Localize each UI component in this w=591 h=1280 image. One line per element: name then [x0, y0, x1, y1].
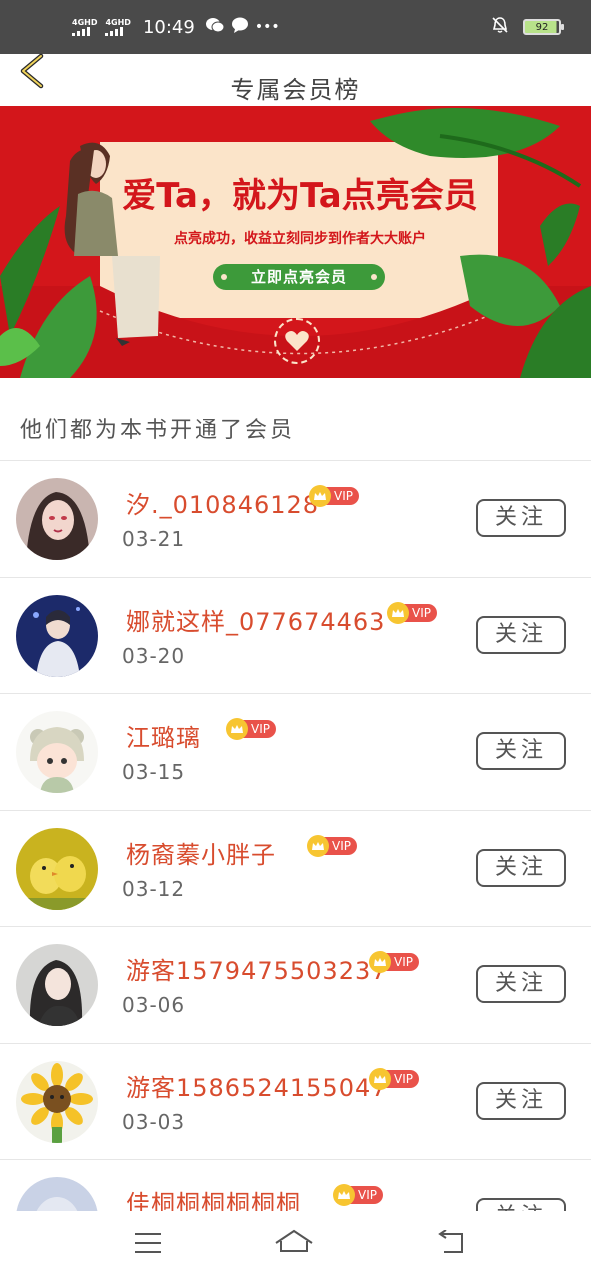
member-name[interactable]: 游客15865241550​47 [126, 1068, 388, 1103]
avatar[interactable] [16, 944, 98, 1026]
member-name[interactable]: 佳桐桐桐桐桐桐 [126, 1184, 301, 1211]
vip-badge: VIP [309, 485, 359, 507]
vip-badge: VIP [369, 1067, 419, 1090]
avatar[interactable] [16, 478, 98, 560]
follow-button[interactable]: 关注 [476, 1081, 566, 1120]
crown-icon [309, 485, 331, 507]
battery-indicator: 92 [523, 19, 564, 35]
follow-button[interactable]: 关注 [476, 1198, 566, 1211]
message-icon [231, 17, 249, 37]
home-button[interactable] [274, 1229, 314, 1261]
list-item[interactable]: 江璐璃 VIP 03-15 关注 [0, 694, 591, 811]
list-item[interactable]: 游客15865241550​47 VIP 03-03 关注 [0, 1044, 591, 1160]
crown-icon [307, 834, 329, 857]
follow-button[interactable]: 关注 [476, 499, 566, 537]
list-item[interactable]: 游客15794755032​37 VIP 03-06 关注 [0, 927, 591, 1044]
avatar[interactable] [16, 1060, 98, 1143]
status-time: 10:49 [142, 16, 195, 38]
member-name[interactable]: 娜就这样_077674463 [126, 602, 385, 637]
vip-badge: VIP [333, 1184, 383, 1206]
follow-button[interactable]: 关注 [476, 965, 566, 1003]
member-name[interactable]: 游客15794755032​37 [126, 951, 388, 986]
member-date: 03-20 [122, 643, 186, 668]
mute-bell-icon [491, 16, 509, 38]
crown-icon [369, 951, 391, 973]
light-up-membership-button[interactable]: 立即点亮会员 [213, 264, 385, 290]
banner-title: 爱Ta，就为Ta点亮会员 [122, 176, 478, 216]
menu-button[interactable] [128, 1229, 168, 1261]
follow-button[interactable]: 关注 [476, 732, 566, 770]
member-date: 03-03 [122, 1109, 186, 1134]
list-item[interactable]: 娜就这样_077674463 VIP 03-20 关注 [0, 578, 591, 694]
avatar[interactable] [16, 594, 98, 677]
member-list[interactable]: 汐._010846128 VIP 03-21 关注 娜就这样_077674463… [0, 461, 591, 1211]
crown-icon [333, 1184, 355, 1206]
list-item[interactable]: 汐._010846128 VIP 03-21 关注 [0, 461, 591, 578]
list-item[interactable]: 杨裔蓁小胖子 VIP 03-12 关注 [0, 811, 591, 927]
avatar[interactable] [16, 827, 98, 910]
avatar[interactable] [16, 711, 98, 793]
member-name[interactable]: 杨裔蓁小胖子 [126, 835, 276, 870]
member-date: 03-12 [122, 876, 186, 901]
signal-strength-1: 4GHD [72, 18, 97, 36]
system-nav-bar [0, 1211, 591, 1280]
banner-subtitle: 点亮成功，收益立刻同步到作者大大账户 [174, 231, 426, 247]
vip-badge: VIP [226, 718, 276, 740]
signal-strength-2: 4GHD [105, 18, 131, 36]
vip-badge: VIP [369, 951, 419, 973]
vip-badge: VIP [307, 834, 357, 857]
section-title: 他们都为本书开通了会员 [20, 418, 296, 443]
member-date: 03-15 [122, 760, 186, 784]
more-notifications: ••• [254, 19, 280, 35]
promo-banner[interactable]: 爱Ta，就为Ta点亮会员 点亮成功，收益立刻同步到作者大大账户 立即点亮会员 [0, 106, 591, 378]
back-nav-button[interactable] [430, 1229, 470, 1261]
member-date: 03-21 [122, 527, 186, 551]
status-bar: 4GHD 4GHD 10:49 ••• 92 [0, 0, 591, 54]
crown-icon [226, 718, 248, 740]
follow-button[interactable]: 关注 [476, 615, 566, 654]
app-header: 专属会员榜 [0, 53, 591, 106]
vip-badge: VIP [387, 601, 437, 624]
menu-icon [133, 1231, 163, 1259]
member-name[interactable]: 汐._010846128 [126, 485, 319, 520]
crown-icon [387, 601, 409, 624]
back-arrow-icon [434, 1229, 466, 1260]
home-icon [274, 1229, 314, 1261]
crown-icon [369, 1067, 391, 1090]
heart-seal-icon [274, 318, 320, 364]
wechat-icon [205, 17, 225, 37]
member-name[interactable]: 江璐璃 [126, 718, 201, 753]
follow-button[interactable]: 关注 [476, 848, 566, 887]
list-item[interactable]: 佳桐桐桐桐桐桐 VIP 关注 [0, 1160, 591, 1211]
member-date: 03-06 [122, 993, 186, 1017]
avatar[interactable] [16, 1177, 98, 1211]
page-title: 专属会员榜 [230, 76, 361, 104]
